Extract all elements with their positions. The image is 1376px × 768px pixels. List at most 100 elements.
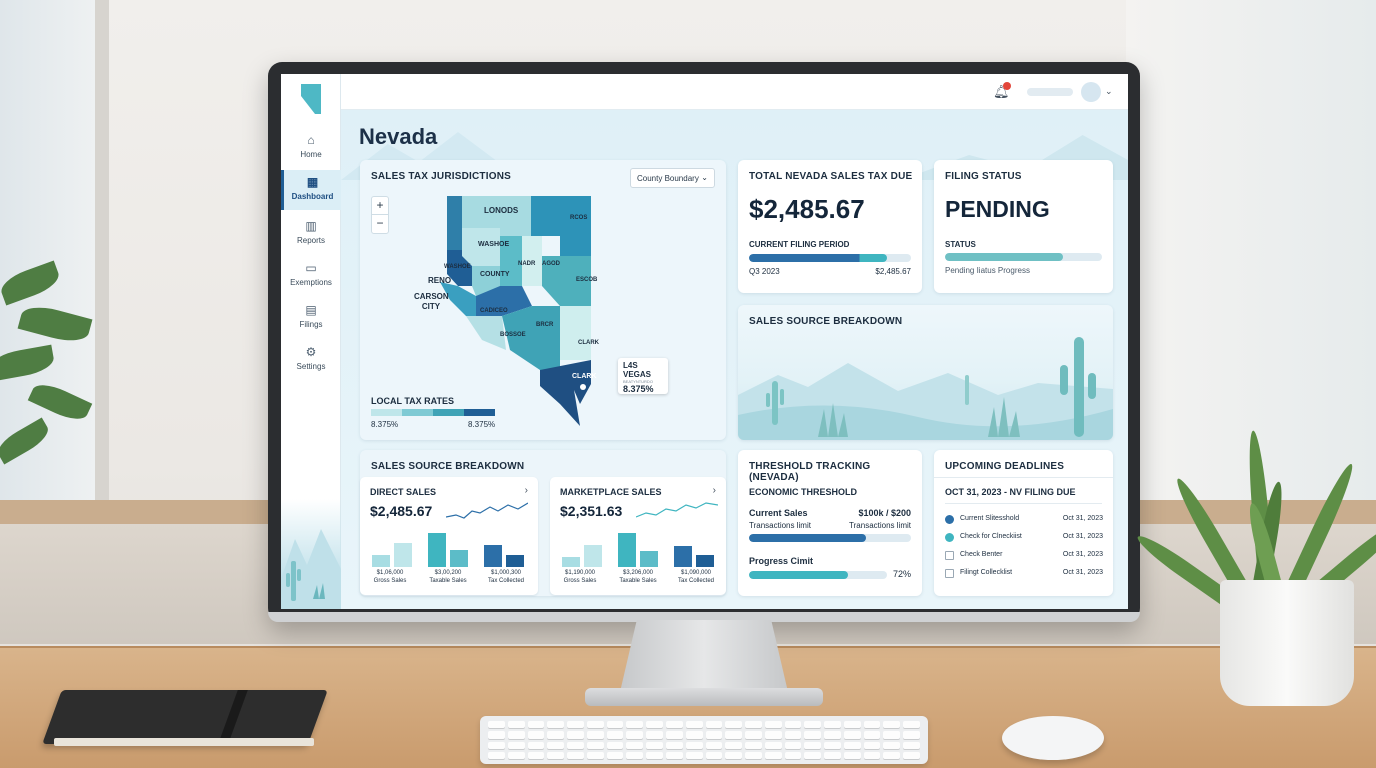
sidebar-item-filings[interactable]: ▤ Filings	[281, 302, 341, 340]
key	[547, 751, 565, 759]
key	[843, 721, 861, 729]
notification-badge	[1003, 82, 1011, 90]
chevron-right-icon[interactable]: ›	[525, 485, 528, 496]
key	[665, 751, 683, 759]
map-label: BOSSOE	[500, 332, 526, 338]
map-label: BRCR	[536, 322, 554, 328]
key	[705, 751, 723, 759]
map-label: LONODS	[484, 206, 519, 215]
deadline-date: Oct 31, 2023	[1062, 551, 1103, 558]
key	[843, 751, 861, 759]
map-label: NADR	[518, 261, 536, 267]
checkbox[interactable]	[945, 551, 954, 560]
card-title: SALES SOURCE BREAKDOWN	[371, 461, 525, 472]
key	[804, 741, 822, 749]
notebook-pages	[54, 738, 314, 746]
key	[606, 731, 624, 739]
checkbox[interactable]	[945, 569, 954, 578]
key	[626, 731, 644, 739]
direct-sales-card[interactable]: DIRECT SALES › $2,485.67 $1,06,000 Gross …	[360, 477, 538, 595]
key	[507, 731, 525, 739]
deadline-text: Check for Clneckiist	[960, 533, 1022, 540]
marketplace-sales-amount: $2,351.63	[560, 503, 623, 519]
plant-right	[1133, 400, 1376, 607]
status-progress-bar	[945, 253, 1102, 261]
key	[804, 721, 822, 729]
sidebar: ⌂ Home ▦ Dashboard ▥ Reports ▭ Exemption…	[281, 74, 341, 609]
status-label: STATUS	[945, 240, 976, 249]
card-title: UPCOMING DEADLINES	[945, 461, 1065, 472]
current-sales-value: $100k / $200	[858, 508, 911, 518]
zoom-control: + −	[371, 196, 389, 234]
key	[725, 721, 743, 729]
progress-limit-value: 72%	[892, 569, 911, 579]
zoom-in-button[interactable]: +	[372, 197, 388, 215]
nevada-logo[interactable]	[301, 84, 321, 114]
marketplace-sales-bars	[560, 527, 718, 567]
key	[764, 751, 782, 759]
key	[784, 751, 802, 759]
check-icon[interactable]	[945, 533, 954, 542]
card-title: THRESHOLD TRACKING (NEVADA)	[749, 461, 871, 483]
bar-label: $3,00,200 Taxable Sales	[429, 570, 467, 584]
sidebar-item-exemptions[interactable]: ▭ Exemptions	[281, 260, 341, 298]
key	[883, 731, 901, 739]
user-name-placeholder[interactable]	[1027, 88, 1073, 96]
topbar: 🔔︎ ⌄	[341, 74, 1128, 110]
jurisdictions-card: SALES TAX JURISDICTIONS County Boundary …	[360, 160, 726, 440]
las-vegas-marker[interactable]	[580, 384, 586, 390]
reports-icon: ▥	[305, 219, 317, 233]
chevron-down-icon: ⌄	[701, 173, 708, 182]
key	[764, 731, 782, 739]
bar-label: $1,06,000 Gross Sales	[373, 570, 407, 584]
key	[488, 751, 505, 759]
sidebar-item-settings[interactable]: ⚙ Settings	[281, 344, 341, 382]
map-label: CADICEO	[480, 308, 508, 314]
sidebar-item-home[interactable]: ⌂ Home	[281, 132, 341, 170]
desert-illustration	[738, 337, 1113, 440]
county-boundary-select[interactable]: County Boundary ⌄	[630, 168, 715, 188]
map-label: RCOS	[570, 215, 588, 221]
bar-label: $1,190,000 Gross Sales	[563, 570, 597, 584]
marketplace-sales-card[interactable]: MARKETPLACE SALES › $2,351.63 $1,190,000…	[550, 477, 726, 595]
briefcase-icon: ▭	[305, 261, 317, 275]
home-icon: ⌂	[307, 133, 315, 147]
avatar[interactable]	[1081, 82, 1101, 102]
key	[685, 751, 703, 759]
key	[547, 731, 565, 739]
chevron-down-icon[interactable]: ⌄	[1105, 86, 1113, 97]
sidebar-item-reports[interactable]: ▥ Reports	[281, 218, 341, 256]
period-amount: $2,485.67	[875, 267, 911, 276]
upcoming-deadlines-card: UPCOMING DEADLINES OCT 31, 2023 - NV FIL…	[934, 450, 1113, 596]
key	[883, 741, 901, 749]
deadline-date: Oct 31, 2023	[1062, 515, 1103, 522]
sidebar-item-dashboard[interactable]: ▦ Dashboard	[281, 170, 341, 210]
key	[883, 721, 901, 729]
dashboard-icon: ▦	[306, 175, 319, 189]
check-icon[interactable]	[945, 515, 954, 524]
map-label: ESCOB	[576, 277, 598, 283]
deadline-item[interactable]: Check for Clneckiist Oct 31, 2023	[945, 532, 1103, 544]
deadline-item[interactable]: Check Benter Oct 31, 2023	[945, 550, 1103, 562]
key	[883, 751, 901, 759]
chevron-right-icon[interactable]: ›	[713, 485, 716, 496]
zoom-out-button[interactable]: −	[372, 215, 388, 233]
key	[903, 751, 920, 759]
deadline-item[interactable]: Current Slitesshold Oct 31, 2023	[945, 514, 1103, 526]
notebook	[42, 690, 328, 744]
document-icon: ▤	[305, 303, 317, 317]
key	[804, 731, 822, 739]
local-tax-rates-title: LOCAL TAX RATES	[371, 396, 454, 406]
key	[685, 741, 703, 749]
key	[764, 741, 782, 749]
bar	[640, 551, 658, 567]
monitor-stand	[620, 620, 788, 692]
key	[606, 751, 624, 759]
key	[646, 751, 663, 759]
bar	[394, 543, 412, 567]
deadline-item[interactable]: Filingt Collecklist Oct 31, 2023	[945, 568, 1103, 580]
key	[784, 721, 802, 729]
key	[527, 721, 545, 729]
plant-left	[0, 250, 110, 510]
rate-min: 8.375%	[371, 420, 399, 429]
